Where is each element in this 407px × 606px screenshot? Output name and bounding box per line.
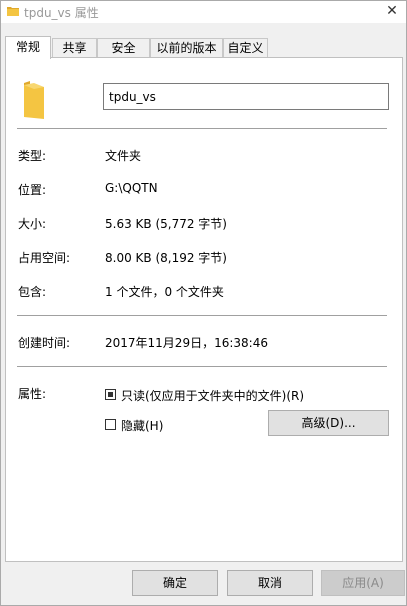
cancel-button[interactable]: 取消: [227, 570, 313, 596]
created-label: 创建时间:: [18, 336, 71, 350]
tab-previous-versions[interactable]: 以前的版本: [150, 38, 223, 57]
tab-general[interactable]: 常规: [5, 36, 51, 59]
location-value: G:\QQTN: [105, 181, 158, 195]
type-value: 文件夹: [105, 149, 142, 163]
contains-label: 包含:: [18, 285, 47, 299]
divider: [17, 315, 387, 316]
created-value: 2017年11月29日，16:38:46: [105, 336, 268, 350]
size-value: 5.63 KB (5,772 字节): [105, 217, 227, 231]
tab-customize[interactable]: 自定义: [223, 38, 268, 57]
type-label: 类型:: [18, 149, 47, 163]
close-button[interactable]: ✕: [378, 1, 406, 23]
properties-dialog: tpdu_vs 属性 ✕ 常规 共享 安全 以前的版本 自定义 类型: 文件夹 …: [0, 0, 407, 606]
title-bar: tpdu_vs 属性 ✕: [1, 1, 406, 23]
folder-icon: [7, 7, 19, 16]
folder-name-input[interactable]: [103, 83, 389, 110]
folder-large-icon: [24, 81, 44, 119]
apply-button[interactable]: 应用(A): [321, 570, 405, 596]
attributes-label: 属性:: [18, 387, 47, 401]
tab-security[interactable]: 安全: [97, 38, 150, 57]
readonly-checkbox[interactable]: [105, 389, 116, 400]
ok-button[interactable]: 确定: [132, 570, 218, 596]
contains-value: 1 个文件，0 个文件夹: [105, 285, 224, 299]
size-label: 大小:: [18, 217, 47, 231]
readonly-label[interactable]: 只读(仅应用于文件夹中的文件)(R): [121, 387, 304, 404]
tab-sharing[interactable]: 共享: [52, 38, 97, 57]
window-title: tpdu_vs 属性: [24, 6, 99, 20]
location-label: 位置:: [18, 183, 47, 197]
divider: [17, 366, 387, 367]
disk-size-label: 占用空间:: [18, 251, 71, 265]
hidden-checkbox[interactable]: [105, 419, 116, 430]
disk-size-value: 8.00 KB (8,192 字节): [105, 251, 227, 265]
divider: [17, 128, 387, 129]
general-panel: [5, 57, 403, 562]
hidden-label[interactable]: 隐藏(H): [121, 417, 163, 434]
advanced-button[interactable]: 高级(D)...: [268, 410, 389, 436]
